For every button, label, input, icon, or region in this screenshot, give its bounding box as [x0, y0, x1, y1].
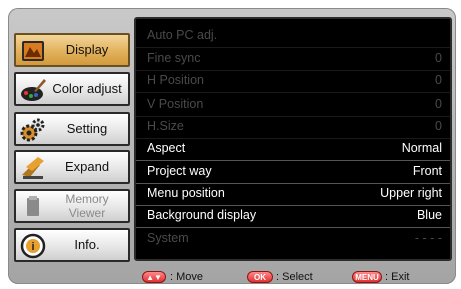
- ok-key-icon: OK: [247, 271, 273, 283]
- sidebar-item-label: Color adjust: [52, 81, 122, 96]
- sidebar-item-label: Memory Viewer: [65, 192, 109, 220]
- sidebar-item-label: Display: [65, 42, 109, 57]
- display-icon: [22, 41, 44, 61]
- menu-row-v-position: V Position 0: [136, 94, 450, 117]
- move-hint: : Move: [170, 271, 204, 283]
- sidebar-item-memory-viewer[interactable]: Memory Viewer: [14, 189, 130, 223]
- sidebar-item-color-adjust[interactable]: Color adjust: [14, 72, 130, 106]
- menu-row-h-position: H Position 0: [136, 70, 450, 93]
- memory-viewer-icon: [27, 196, 39, 216]
- setting-icon: [20, 118, 45, 142]
- menu-row-h-size: H.Size 0: [136, 116, 450, 139]
- svg-text:i: i: [31, 241, 34, 253]
- key-guide: ▲▼ : Move OK : Select MENU : Exit: [139, 268, 457, 286]
- menu-row-aspect[interactable]: Aspect Normal: [136, 138, 450, 161]
- menu-key-icon: MENU: [352, 271, 382, 283]
- sidebar-item-expand[interactable]: Expand: [14, 150, 130, 184]
- sidebar-item-display[interactable]: Display: [14, 33, 130, 67]
- sidebar-item-label: Setting: [66, 121, 108, 136]
- sidebar-item-info[interactable]: i Info.: [14, 228, 130, 262]
- menu-row-project-way[interactable]: Project way Front: [136, 161, 450, 184]
- sidebar-item-label: Expand: [64, 159, 110, 174]
- menu-row-system: System - - - -: [147, 231, 442, 245]
- display-menu-panel: Auto PC adj. Fine sync 0 H Position 0 V …: [134, 17, 452, 261]
- exit-hint: : Exit: [385, 271, 410, 283]
- select-hint: : Select: [276, 271, 313, 283]
- sidebar-item-setting[interactable]: Setting: [14, 112, 130, 146]
- info-icon: i: [20, 233, 46, 259]
- sidebar-item-label: Info.: [74, 237, 100, 252]
- expand-icon: [22, 157, 44, 179]
- menu-row-menu-position[interactable]: Menu position Upper right: [136, 183, 450, 206]
- move-key-icon: ▲▼: [142, 271, 166, 283]
- menu-row-background-display[interactable]: Background display Blue: [136, 205, 450, 228]
- menu-row-fine-sync: Fine sync 0: [136, 48, 450, 71]
- menu-row-auto-pc-adj: Auto PC adj.: [136, 25, 450, 48]
- color-adjust-icon: [21, 79, 46, 101]
